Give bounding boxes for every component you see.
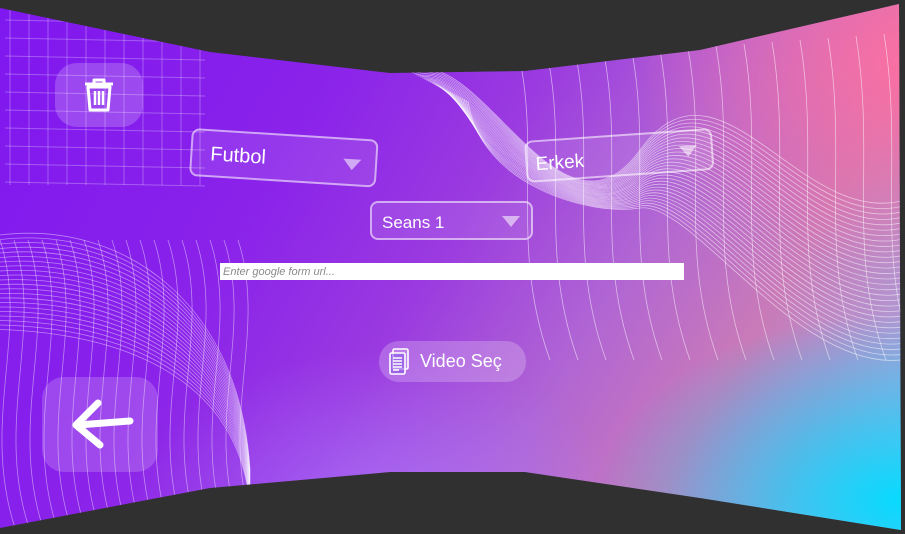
delete-button[interactable] — [55, 63, 143, 127]
session-dropdown[interactable]: Seans 1 — [370, 201, 533, 240]
gender-dropdown-value: Erkek — [534, 150, 585, 176]
trash-icon — [85, 78, 113, 112]
document-icon — [389, 348, 409, 375]
caret-down-icon — [502, 216, 520, 227]
arrow-left-icon — [72, 399, 134, 449]
select-video-button[interactable]: Video Seç — [379, 341, 526, 382]
caret-down-icon — [678, 144, 698, 158]
sport-dropdown-value: Futbol — [209, 143, 267, 169]
session-dropdown-value: Seans 1 — [382, 213, 445, 232]
curved-vr-panel: Futbol Erkek Seans 1 Video Seç — [0, 4, 901, 530]
google-form-url-input[interactable] — [220, 263, 684, 280]
select-video-label: Video Seç — [420, 351, 502, 371]
back-button[interactable] — [42, 377, 158, 472]
caret-down-icon — [342, 158, 362, 171]
